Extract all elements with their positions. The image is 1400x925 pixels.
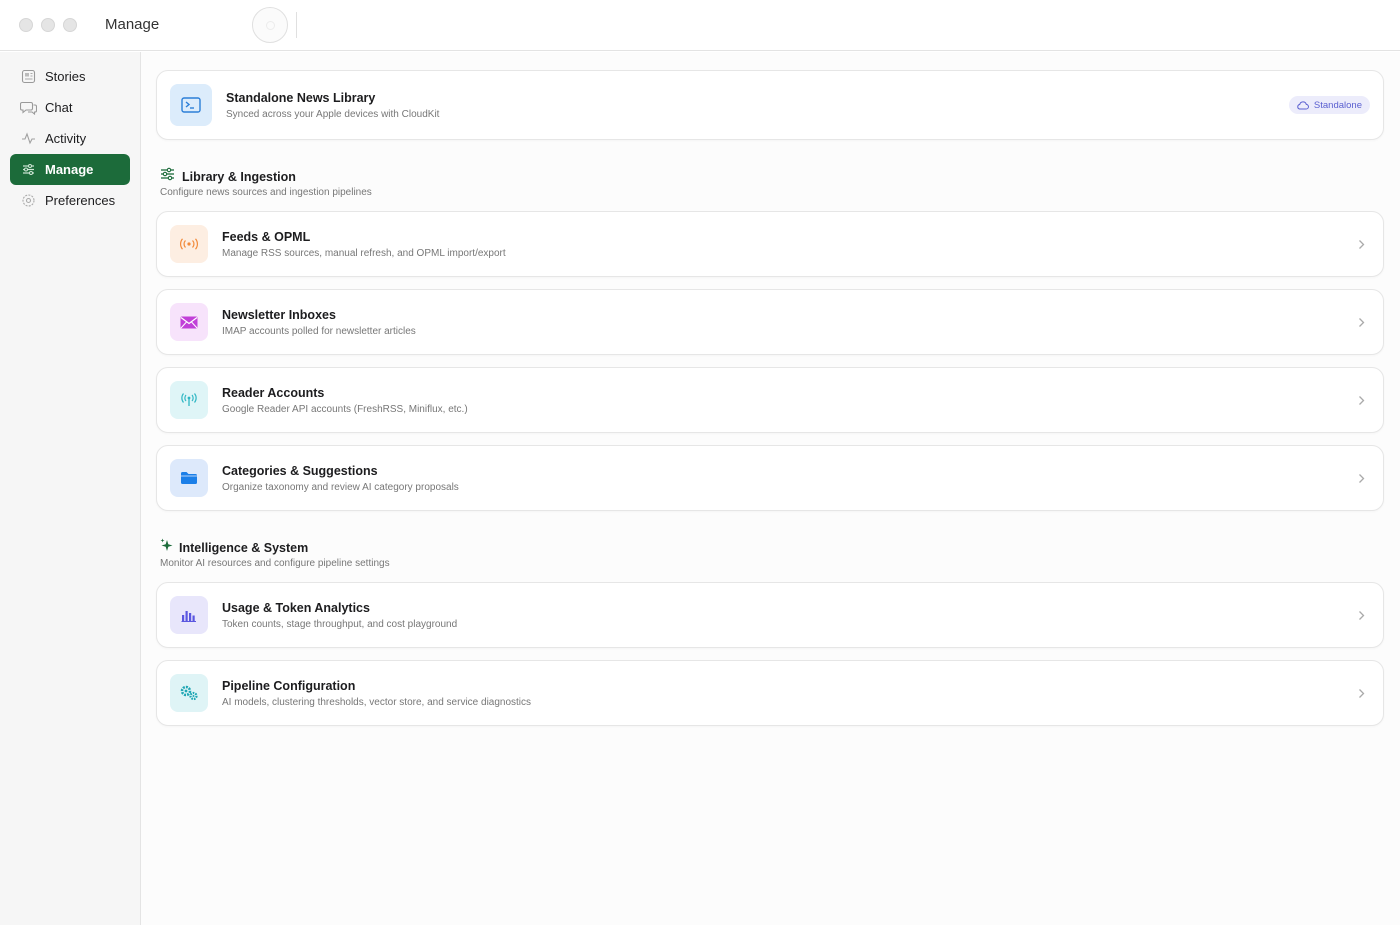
window-title: Manage xyxy=(105,16,160,33)
bar-chart-icon xyxy=(170,596,208,634)
close-window-button[interactable] xyxy=(19,18,33,32)
card-title: Newsletter Inboxes xyxy=(222,307,336,322)
broadcast-icon xyxy=(170,225,208,263)
card-subtitle: Organize taxonomy and review AI category… xyxy=(222,481,459,493)
toolbar-circle-button[interactable] xyxy=(252,7,288,43)
sidebar-item-label: Preferences xyxy=(45,193,116,208)
main-content: Standalone News Library Synced across yo… xyxy=(141,52,1400,925)
card-categories-suggestions[interactable]: Categories & Suggestions Organize taxono… xyxy=(156,445,1384,511)
card-newsletter-inboxes[interactable]: Newsletter Inboxes IMAP accounts polled … xyxy=(156,289,1384,355)
stories-icon xyxy=(20,68,37,85)
chevron-right-icon xyxy=(1351,468,1371,488)
cloud-icon xyxy=(1297,100,1309,109)
sidebar: Stories Chat Activity Manage Preferences xyxy=(0,52,141,925)
card-subtitle: AI models, clustering thresholds, vector… xyxy=(222,696,532,708)
card-reader-accounts[interactable]: Reader Accounts Google Reader API accoun… xyxy=(156,367,1384,433)
sidebar-item-stories[interactable]: Stories xyxy=(10,61,130,92)
toolbar-divider xyxy=(296,12,297,38)
status-badge: Standalone xyxy=(1288,96,1370,114)
card-title: Pipeline Configuration xyxy=(222,678,356,693)
chat-icon xyxy=(20,99,37,116)
card-title: Categories & Suggestions xyxy=(222,463,378,478)
sparkles-icon xyxy=(160,538,174,558)
section-header-library: Library & Ingestion xyxy=(160,167,296,186)
minimize-window-button[interactable] xyxy=(41,18,55,32)
sidebar-item-label: Activity xyxy=(45,131,87,146)
gears-icon xyxy=(170,674,208,712)
title-bar: Manage xyxy=(0,0,1400,51)
card-title: Reader Accounts xyxy=(222,385,325,400)
card-subtitle: Google Reader API accounts (FreshRSS, Mi… xyxy=(222,403,468,415)
section-title: Intelligence & System xyxy=(179,541,309,555)
activity-icon xyxy=(20,130,37,147)
chevron-right-icon xyxy=(1351,234,1371,254)
sidebar-item-label: Stories xyxy=(45,69,86,84)
chevron-right-icon xyxy=(1351,312,1371,332)
sidebar-item-preferences[interactable]: Preferences xyxy=(10,185,130,216)
sidebar-item-manage[interactable]: Manage xyxy=(10,154,130,185)
library-card[interactable]: Standalone News Library Synced across yo… xyxy=(156,70,1384,140)
sliders-icon xyxy=(20,161,37,178)
card-title: Usage & Token Analytics xyxy=(222,600,370,615)
folder-icon xyxy=(170,459,208,497)
card-usage-analytics[interactable]: Usage & Token Analytics Token counts, st… xyxy=(156,582,1384,648)
card-subtitle: Token counts, stage throughput, and cost… xyxy=(222,618,458,630)
sidebar-item-activity[interactable]: Activity xyxy=(10,123,130,154)
gear-icon xyxy=(20,192,37,209)
envelope-icon xyxy=(170,303,208,341)
sidebar-item-label: Chat xyxy=(45,100,73,115)
card-pipeline-configuration[interactable]: Pipeline Configuration AI models, cluste… xyxy=(156,660,1384,726)
section-header-intelligence: Intelligence & System xyxy=(160,538,308,558)
library-subtitle: Synced across your Apple devices with Cl… xyxy=(226,108,440,120)
sliders-icon xyxy=(160,167,175,186)
card-subtitle: IMAP accounts polled for newsletter arti… xyxy=(222,325,416,337)
sidebar-item-chat[interactable]: Chat xyxy=(10,92,130,123)
section-subtitle: Configure news sources and ingestion pip… xyxy=(160,187,372,198)
chevron-right-icon xyxy=(1351,683,1371,703)
chevron-right-icon xyxy=(1351,390,1371,410)
section-subtitle: Monitor AI resources and configure pipel… xyxy=(160,558,390,569)
chevron-right-icon xyxy=(1351,605,1371,625)
section-title: Library & Ingestion xyxy=(182,169,296,184)
sidebar-item-label: Manage xyxy=(45,162,94,177)
card-feeds-opml[interactable]: Feeds & OPML Manage RSS sources, manual … xyxy=(156,211,1384,277)
antenna-icon xyxy=(170,381,208,419)
card-title: Feeds & OPML xyxy=(222,229,311,244)
terminal-icon xyxy=(170,84,212,126)
card-subtitle: Manage RSS sources, manual refresh, and … xyxy=(222,247,506,259)
library-title: Standalone News Library xyxy=(226,90,376,105)
zoom-window-button[interactable] xyxy=(63,18,77,32)
